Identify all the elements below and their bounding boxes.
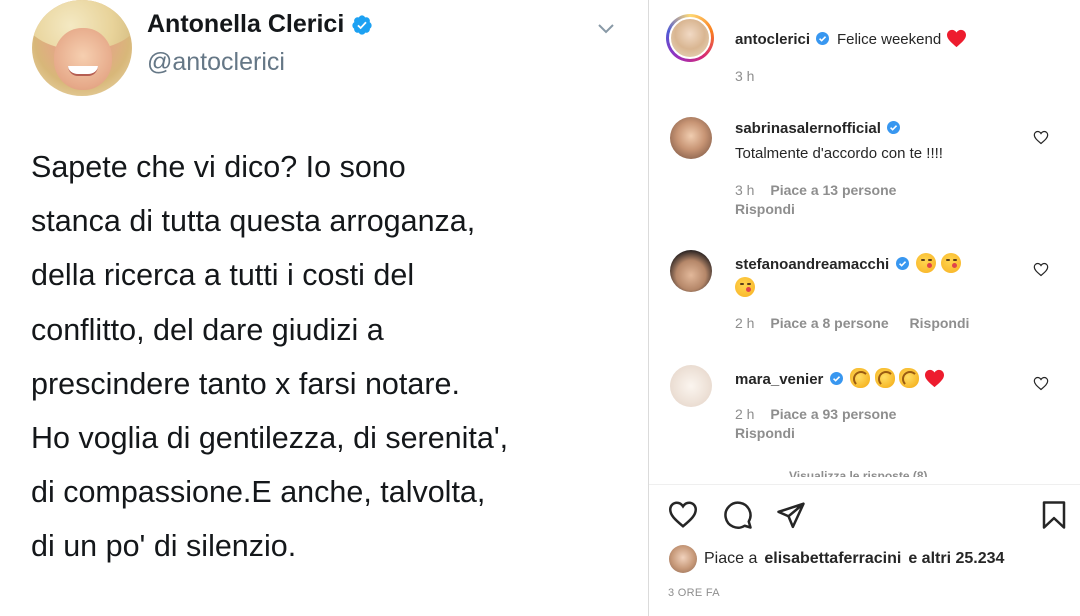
comment-bubble-icon[interactable] (723, 500, 753, 530)
comment-body: sabrinasalernofficial (735, 120, 903, 138)
comment-likes[interactable]: Piace a 13 persone (770, 182, 896, 198)
comment-text-cont (735, 277, 755, 298)
comment-username[interactable]: sabrinasalernofficial (735, 120, 881, 137)
likes-prefix: Piace a (704, 550, 758, 567)
reply-button[interactable]: Rispondi (910, 315, 970, 331)
liker-username[interactable]: elisabettaferracini (764, 550, 901, 568)
bookmark-icon[interactable] (1039, 500, 1069, 530)
comment-body: stefanoandreamacchi (735, 253, 961, 274)
post-author-username[interactable]: antoclerici (735, 31, 810, 48)
clapping-hands-emoji (874, 368, 895, 388)
tweet-handle[interactable]: @antoclerici (147, 48, 285, 77)
tweet-author-name[interactable]: Antonella Clerici (147, 10, 373, 39)
post-author-avatar[interactable] (666, 14, 714, 62)
like-heart-icon[interactable] (668, 500, 698, 530)
comment-time: 3 h (735, 182, 755, 198)
comment-like-heart-icon[interactable] (1033, 262, 1049, 277)
tweet-card: Antonella Clerici @antoclerici Sapete ch… (0, 0, 648, 616)
tweet-line: di compassione.E anche, talvolta, (31, 475, 486, 510)
comment-avatar[interactable] (670, 117, 712, 159)
red-heart-icon (924, 369, 944, 388)
avatar-face (54, 28, 112, 90)
comment-like-heart-icon[interactable] (1033, 130, 1049, 145)
instagram-panel: antoclerici Felice weekend 3 h sabrinasa… (649, 0, 1080, 616)
kissing-face-emoji (735, 277, 755, 297)
clapping-hands-emoji (899, 368, 920, 388)
likes-summary: Piace a elisabettaferracini e altri 25.2… (669, 545, 1004, 573)
likes-count[interactable]: e altri 25.234 (908, 550, 1004, 568)
post-caption: antoclerici Felice weekend (735, 29, 967, 49)
tweet-line: della ricerca a tutti i costi del (31, 258, 415, 293)
tweet-text: Sapete che vi dico? Io sono stanca di tu… (31, 140, 631, 574)
verified-badge-icon (829, 372, 843, 385)
comment-username[interactable]: stefanoandreamacchi (735, 256, 889, 273)
post-time: 3 h (735, 68, 755, 84)
tweet-line: Ho voglia di gentilezza, di serenita', (31, 421, 509, 456)
post-caption-text: Felice weekend (836, 31, 942, 48)
comment-username[interactable]: mara_venier (735, 371, 823, 388)
comment-likes[interactable]: Piace a 8 persone (770, 315, 888, 331)
comment-meta: 3 h Piace a 13 persone (735, 182, 896, 198)
kissing-face-emoji (940, 253, 961, 273)
tweet-line: di un po' di silenzio. (31, 529, 297, 564)
tweet-line: Sapete che vi dico? Io sono (31, 150, 406, 184)
comment-text: Totalmente d'accordo con te !!!! (735, 145, 943, 162)
tweet-author-name-text[interactable]: Antonella Clerici (147, 10, 344, 39)
view-replies-link[interactable]: Visualizza le risposte (8) (789, 467, 928, 477)
reply-button[interactable]: Rispondi (735, 201, 795, 217)
comment-meta: 2 h Piace a 93 persone (735, 406, 896, 422)
verified-badge-icon (816, 32, 830, 45)
comment-reply[interactable]: Rispondi (735, 425, 795, 441)
verified-badge-icon (895, 257, 909, 270)
comment-time: 2 h (735, 315, 755, 331)
share-paper-plane-icon[interactable] (776, 500, 806, 530)
liker-avatar[interactable] (669, 545, 697, 573)
comment-body: mara_venier (735, 368, 945, 389)
kissing-face-emoji (916, 253, 937, 273)
reply-button[interactable]: Rispondi (735, 425, 795, 441)
clapping-hands-emoji (850, 368, 871, 388)
chevron-down-icon[interactable] (596, 22, 616, 36)
tweet-avatar[interactable] (32, 0, 132, 96)
comment-like-heart-icon[interactable] (1033, 376, 1049, 391)
comment-meta: 2 h Piace a 8 persone Rispondi (735, 315, 969, 331)
actions-divider (649, 484, 1080, 485)
comment-time: 2 h (735, 406, 755, 422)
comment-likes[interactable]: Piace a 93 persone (770, 406, 896, 422)
post-timestamp: 3 ORE FA (668, 587, 720, 599)
verified-badge-icon (352, 14, 372, 35)
red-heart-icon (946, 29, 966, 48)
tweet-line: prescindere tanto x farsi notare. (31, 366, 460, 401)
verified-badge-icon (887, 121, 901, 134)
comment-reply[interactable]: Rispondi (735, 201, 795, 217)
tweet-line: stanca di tutta questa arroganza, (31, 204, 476, 239)
comment-avatar[interactable] (670, 250, 712, 292)
comment-avatar[interactable] (670, 365, 712, 407)
tweet-line: conflitto, del dare giudizi a (31, 312, 384, 347)
